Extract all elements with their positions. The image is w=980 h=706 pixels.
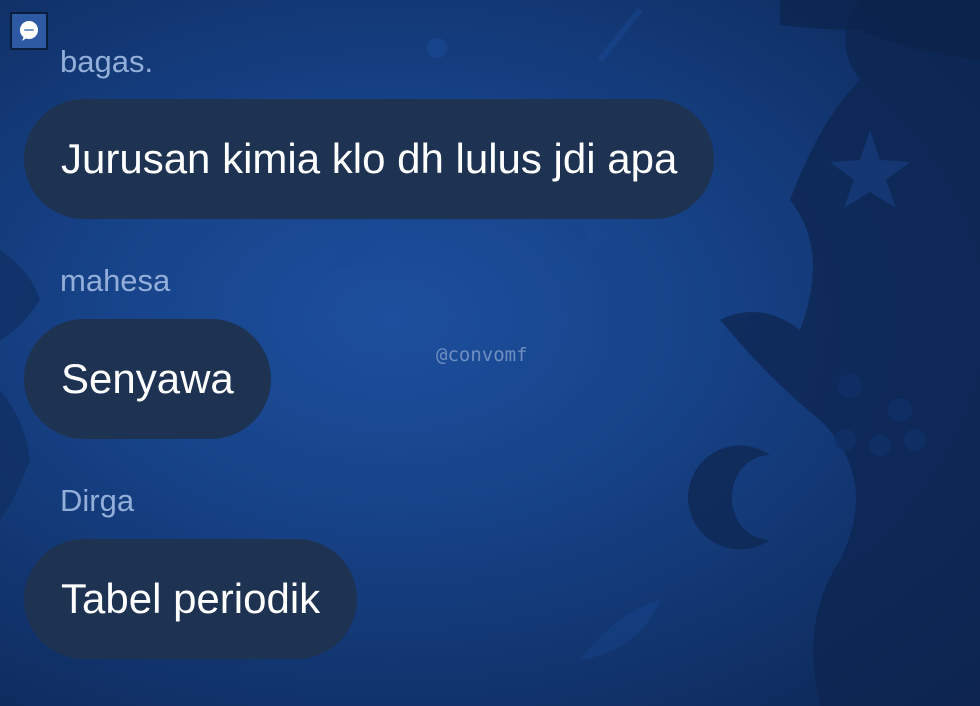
message-sender: mahesa [60, 263, 171, 298]
app-icon [10, 12, 48, 50]
message-sender: bagas. [60, 44, 154, 79]
message-bubble: Jurusan kimia klo dh lulus jdi apa [24, 99, 715, 219]
message-bubble: Senyawa [24, 319, 271, 439]
message-sender: Dirga [60, 483, 135, 518]
chat-bubble-icon [20, 21, 38, 41]
message-bubble: Tabel periodik [24, 539, 358, 659]
watermark: @convomf [436, 344, 528, 366]
